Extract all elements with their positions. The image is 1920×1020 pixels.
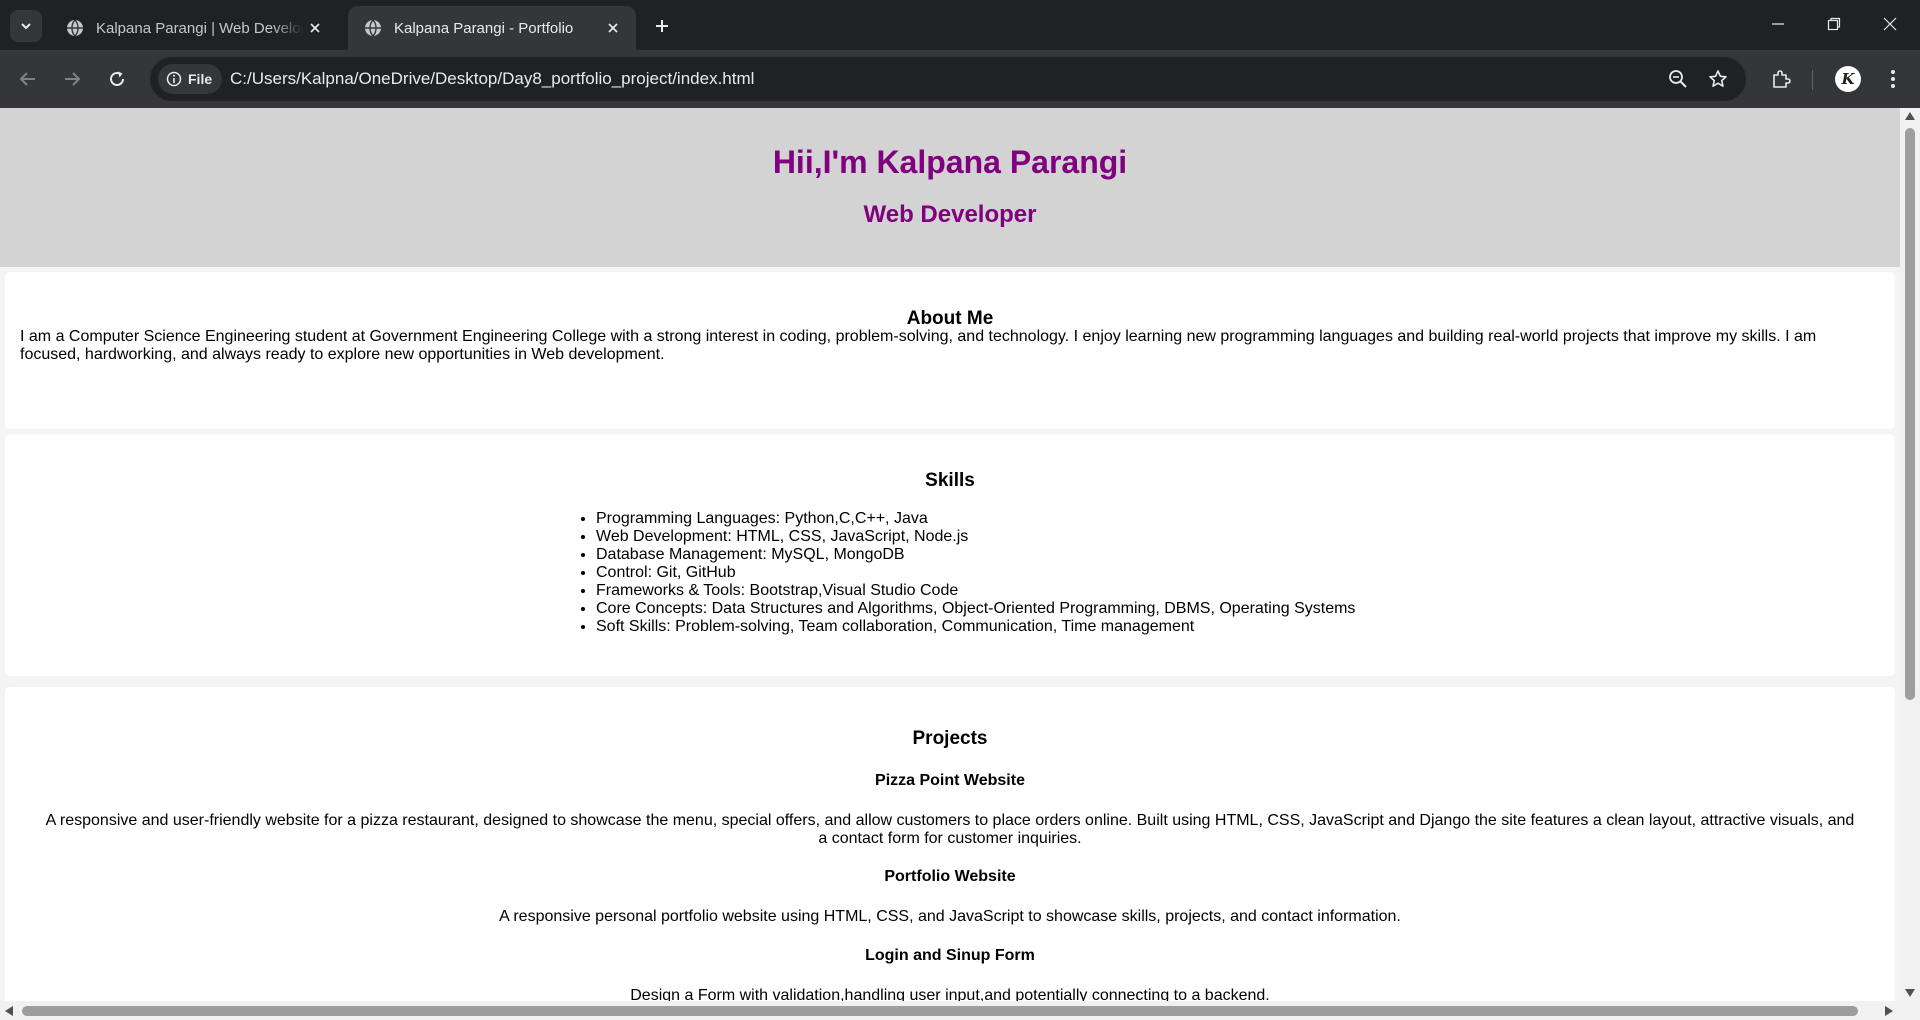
browser-menu-button[interactable] xyxy=(1879,65,1907,93)
about-heading: About Me xyxy=(906,308,994,329)
minimize-icon xyxy=(1772,23,1784,25)
plus-icon xyxy=(656,20,668,32)
zoom-out-icon xyxy=(1669,70,1687,88)
reload-button[interactable] xyxy=(101,63,133,95)
zoom-button[interactable] xyxy=(1666,67,1690,91)
back-arrow-icon xyxy=(19,72,35,86)
project-title: Pizza Point Website xyxy=(875,772,1025,789)
tab-title: Kalpana Parangi | Web Developer xyxy=(96,19,304,37)
skill-item: Web Development: HTML, CSS, JavaScript, … xyxy=(596,528,1355,546)
site-info-chip[interactable]: File xyxy=(158,64,223,94)
skills-section: Skills Programming Languages: Python,C,C… xyxy=(5,434,1895,676)
skill-item: Programming Languages: Python,C,C++, Jav… xyxy=(596,510,1355,528)
close-icon xyxy=(608,23,618,33)
about-text: I am a Computer Science Engineering stud… xyxy=(20,328,1817,363)
scroll-up-arrow-icon[interactable] xyxy=(1905,112,1915,120)
page-title: Hii,I'm Kalpana Parangi xyxy=(772,144,1128,180)
vertical-scrollbar-thumb[interactable] xyxy=(1905,128,1915,700)
scheme-label: File xyxy=(188,71,213,87)
skills-list: Programming Languages: Python,C,C++, Jav… xyxy=(578,510,1355,636)
info-icon xyxy=(166,71,182,87)
restore-icon xyxy=(1827,17,1841,31)
skills-heading: Skills xyxy=(925,470,975,491)
extensions-button[interactable] xyxy=(1767,65,1795,93)
skill-item: Soft Skills: Problem-solving, Team colla… xyxy=(596,618,1355,636)
skill-item: Frameworks & Tools: Bootstrap,Visual Stu… xyxy=(596,582,1355,600)
back-button[interactable] xyxy=(12,63,44,95)
tab-search-button[interactable] xyxy=(10,10,42,42)
project-description: A responsive and user-friendly website f… xyxy=(45,812,1855,847)
projects-heading: Projects xyxy=(912,728,988,749)
project-description: A responsive personal portfolio website … xyxy=(499,908,1401,925)
scroll-right-arrow-icon[interactable] xyxy=(1885,1006,1893,1016)
tab-portfolio-inactive[interactable]: Kalpana Parangi | Web Developer xyxy=(50,6,338,50)
minimize-button[interactable] xyxy=(1750,0,1806,48)
star-icon xyxy=(1709,70,1727,87)
close-icon xyxy=(310,23,320,33)
close-icon xyxy=(1883,17,1897,31)
forward-button[interactable] xyxy=(56,63,88,95)
globe-icon xyxy=(365,19,381,37)
address-bar[interactable]: File C:/Users/Kalpna/OneDrive/Desktop/Da… xyxy=(150,57,1746,101)
horizontal-scrollbar-thumb[interactable] xyxy=(22,1006,1858,1016)
globe-icon xyxy=(67,19,83,37)
portfolio-header: Hii,I'm Kalpana Parangi Web Developer xyxy=(0,108,1900,267)
vertical-scrollbar[interactable] xyxy=(1900,108,1920,1001)
tab-close-button[interactable] xyxy=(304,17,326,39)
scroll-down-arrow-icon[interactable] xyxy=(1905,989,1915,997)
new-tab-button[interactable] xyxy=(648,12,676,40)
tab-strip: Kalpana Parangi | Web Developer Kalpana … xyxy=(0,0,1920,50)
horizontal-scrollbar[interactable] xyxy=(0,1001,1920,1020)
puzzle-icon xyxy=(1773,70,1791,88)
about-section: About Me I am a Computer Science Enginee… xyxy=(5,272,1895,429)
page-subtitle: Web Developer xyxy=(863,201,1037,228)
project-title: Portfolio Website xyxy=(884,868,1016,885)
restore-button[interactable] xyxy=(1806,0,1862,48)
tab-portfolio-active[interactable]: Kalpana Parangi - Portfolio xyxy=(348,6,636,50)
tab-title: Kalpana Parangi - Portfolio xyxy=(394,19,574,37)
scroll-left-arrow-icon[interactable] xyxy=(5,1006,13,1016)
toolbar-divider xyxy=(1812,70,1813,90)
profile-avatar[interactable]: K xyxy=(1835,66,1861,92)
skill-item: Core Concepts: Data Structures and Algor… xyxy=(596,600,1355,618)
skill-item: Control: Git, GitHub xyxy=(596,564,1355,582)
close-window-button[interactable] xyxy=(1862,0,1918,48)
forward-arrow-icon xyxy=(65,72,81,86)
project-title: Login and Sinup Form xyxy=(865,947,1035,964)
browser-toolbar: File C:/Users/Kalpna/OneDrive/Desktop/Da… xyxy=(0,50,1920,108)
projects-section: Projects Pizza Point Website A responsiv… xyxy=(5,687,1895,1001)
bookmark-button[interactable] xyxy=(1706,67,1730,91)
page-viewport: Hii,I'm Kalpana Parangi Web Developer Ab… xyxy=(0,108,1900,1001)
reload-icon xyxy=(110,71,124,86)
url-text[interactable]: C:/Users/Kalpna/OneDrive/Desktop/Day8_po… xyxy=(230,57,754,101)
tab-close-button[interactable] xyxy=(602,17,624,39)
project-description: Design a Form with validation,handling u… xyxy=(630,987,1270,1001)
chevron-down-icon xyxy=(21,23,31,30)
skill-item: Database Management: MySQL, MongoDB xyxy=(596,546,1355,564)
kebab-menu-icon xyxy=(1891,70,1895,88)
